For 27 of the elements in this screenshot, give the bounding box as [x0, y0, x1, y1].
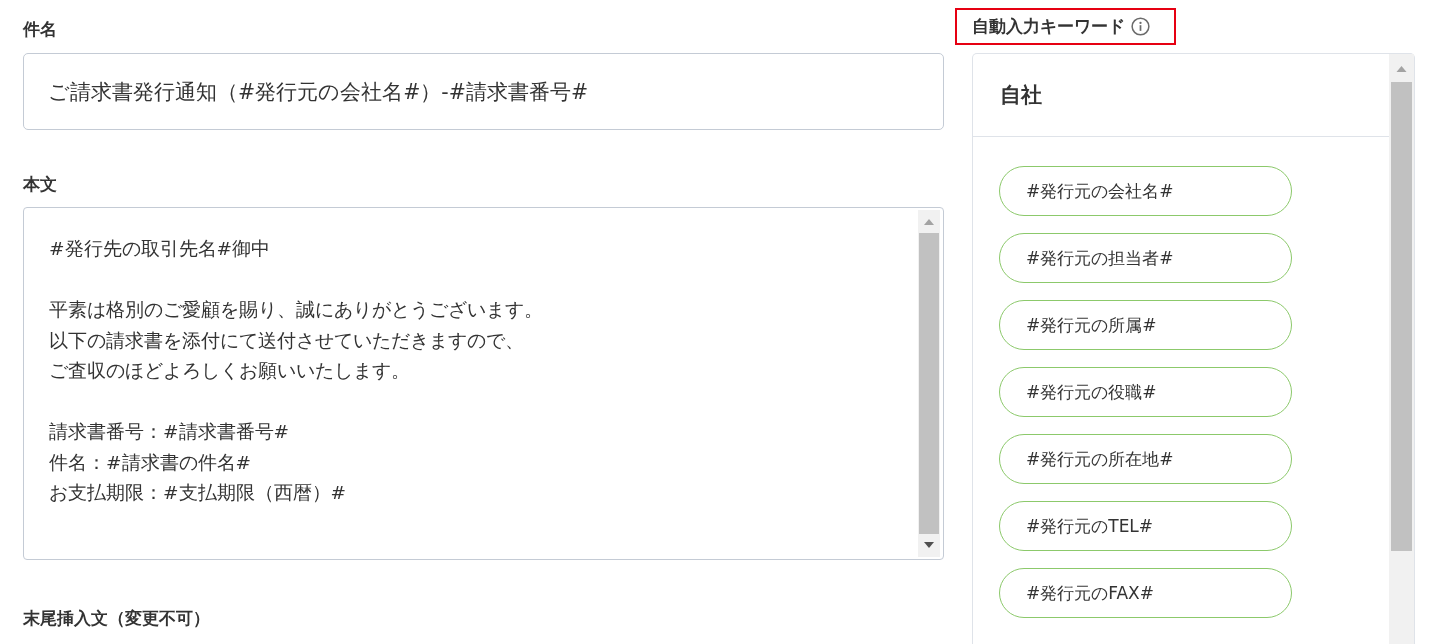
info-icon[interactable] — [1131, 17, 1150, 36]
keyword-chip[interactable]: #発行元の担当者# — [999, 233, 1292, 283]
subject-label: 件名 — [23, 18, 57, 40]
subject-input[interactable]: ご請求書発行通知（#発行元の会社名#）-#請求書番号# — [23, 53, 944, 130]
scroll-up-arrow-icon[interactable] — [924, 219, 934, 225]
body-text-line: お支払期限：#支払期限（西暦）# — [49, 481, 346, 505]
keyword-chip[interactable]: #発行元のFAX# — [999, 568, 1292, 618]
body-text-line: #発行先の取引先名#御中 — [49, 237, 270, 261]
keyword-chip[interactable]: #発行元の会社名# — [999, 166, 1292, 216]
scrollbar-thumb[interactable] — [919, 233, 939, 534]
group-title: 自社 — [1000, 82, 1042, 109]
body-text-line: 以下の請求書を添付にて送付させていただきますので、 — [49, 328, 524, 353]
scroll-up-arrow-icon[interactable] — [1396, 66, 1407, 72]
body-text-line: 件名：#請求書の件名# — [49, 450, 251, 475]
footer-text-label: 末尾挿入文（変更不可） — [23, 607, 210, 629]
body-label: 本文 — [23, 173, 57, 195]
scrollbar-thumb[interactable] — [1391, 82, 1412, 551]
keyword-chip[interactable]: #発行元のTEL# — [999, 501, 1292, 551]
keyword-heading: 自動入力キーワード — [972, 15, 1125, 38]
scroll-down-arrow-icon[interactable] — [924, 542, 934, 548]
keyword-chip[interactable]: #発行元の所在地# — [999, 434, 1292, 484]
body-text-line: 請求書番号：#請求書番号# — [49, 420, 289, 444]
body-text-line: 平素は格別のご愛顧を賜り、誠にありがとうございます。 — [49, 298, 543, 322]
body-text-line: ご査収のほどよろしくお願いいたします。 — [49, 359, 410, 383]
keyword-chip[interactable]: #発行元の役職# — [999, 367, 1292, 417]
body-textarea[interactable]: #発行先の取引先名#御中 平素は格別のご愛顧を賜り、誠にありがとうございます。 以下の請求書を添付にて送付させていただきますので、 ご査収のほどよろしくお願いいたします。 請求書番号：#請求書番号# 件名：#請求書の件名# お支払期限：#支払期限（西暦）# — [23, 207, 944, 560]
keyword-chip[interactable]: #発行元の所属# — [999, 300, 1292, 350]
